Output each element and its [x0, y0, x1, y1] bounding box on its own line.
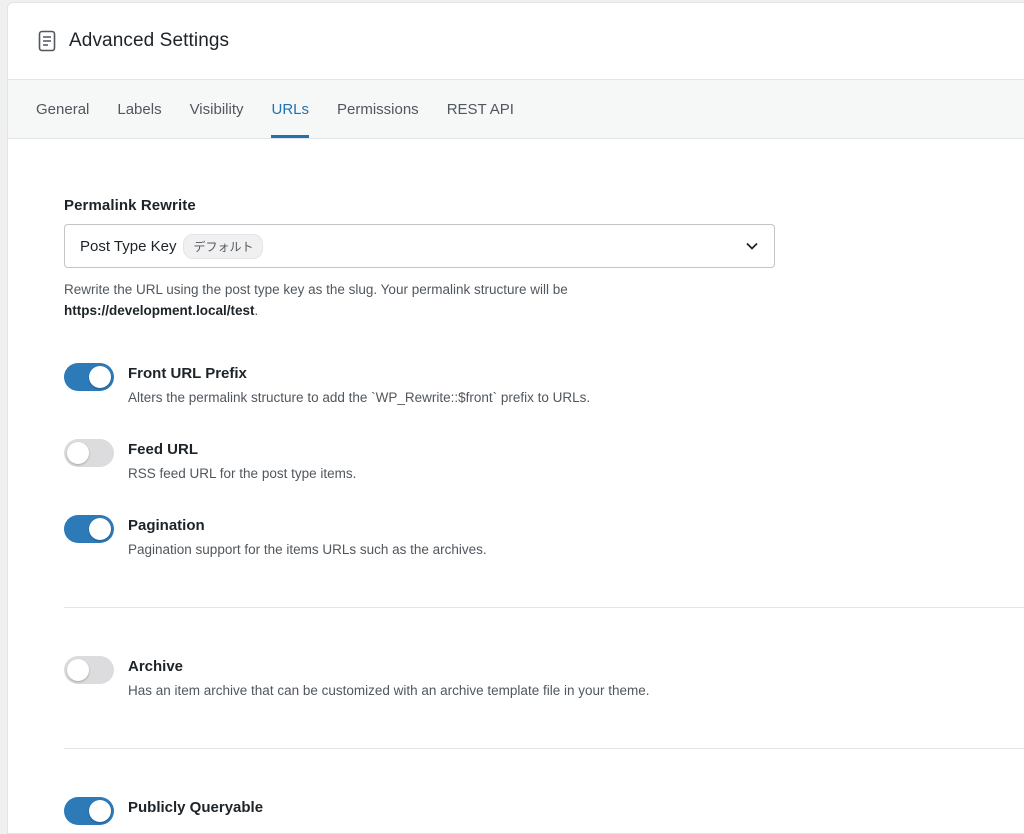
pagination-setting: Pagination Pagination support for the it… [64, 515, 1024, 560]
default-badge: デフォルト [183, 233, 264, 259]
tab-rest-api[interactable]: REST API [447, 80, 514, 138]
feed-url-setting: Feed URL RSS feed URL for the post type … [64, 439, 1024, 484]
permalink-help-suffix: . [254, 303, 259, 318]
toggle-knob [89, 518, 111, 540]
tab-visibility[interactable]: Visibility [190, 80, 244, 138]
panel-title: Advanced Settings [69, 30, 230, 51]
archive-toggle[interactable] [64, 656, 114, 684]
permalink-help-prefix: Rewrite the URL using the post type key … [64, 282, 568, 297]
toggle-knob [89, 800, 111, 822]
pagination-title: Pagination [128, 517, 205, 534]
archive-description: Has an item archive that can be customiz… [128, 683, 650, 698]
front-url-prefix-description: Alters the permalink structure to add th… [128, 390, 591, 405]
advanced-settings-panel: Advanced Settings General Labels Visibil… [7, 2, 1024, 834]
toggle-knob [67, 442, 89, 464]
tab-urls[interactable]: URLs [271, 80, 309, 138]
tab-permissions[interactable]: Permissions [337, 80, 419, 138]
tab-general[interactable]: General [36, 80, 89, 138]
section-divider [64, 607, 1024, 608]
pagination-description: Pagination support for the items URLs su… [128, 542, 487, 557]
feed-url-description: RSS feed URL for the post type items. [128, 466, 357, 481]
permalink-rewrite-selected: Post Type Key [80, 237, 177, 255]
permalink-rewrite-label: Permalink Rewrite [64, 197, 196, 214]
urls-tab-content: Permalink Rewrite Post Type Key デフォルト Re… [8, 139, 1024, 825]
toggle-knob [89, 366, 111, 388]
panel-header: Advanced Settings [8, 3, 1024, 80]
toggle-knob [67, 659, 89, 681]
front-url-prefix-setting: Front URL Prefix Alters the permalink st… [64, 363, 1024, 408]
section-divider [64, 748, 1024, 749]
pagination-toggle[interactable] [64, 515, 114, 543]
front-url-prefix-toggle[interactable] [64, 363, 114, 391]
permalink-help-url: https://development.local/test [64, 303, 255, 318]
tab-labels[interactable]: Labels [117, 80, 161, 138]
chevron-down-icon [744, 238, 760, 254]
publicly-queryable-title: Publicly Queryable [128, 799, 264, 816]
feed-url-title: Feed URL [128, 441, 199, 458]
document-icon [38, 30, 56, 52]
front-url-prefix-title: Front URL Prefix [128, 365, 247, 382]
publicly-queryable-toggle[interactable] [64, 797, 114, 825]
archive-title: Archive [128, 658, 184, 675]
archive-setting: Archive Has an item archive that can be … [64, 656, 1024, 701]
permalink-help-text: Rewrite the URL using the post type key … [64, 279, 784, 321]
feed-url-toggle[interactable] [64, 439, 114, 467]
permalink-rewrite-select[interactable]: Post Type Key デフォルト [64, 224, 775, 268]
settings-tabs: General Labels Visibility URLs Permissio… [8, 80, 1024, 139]
